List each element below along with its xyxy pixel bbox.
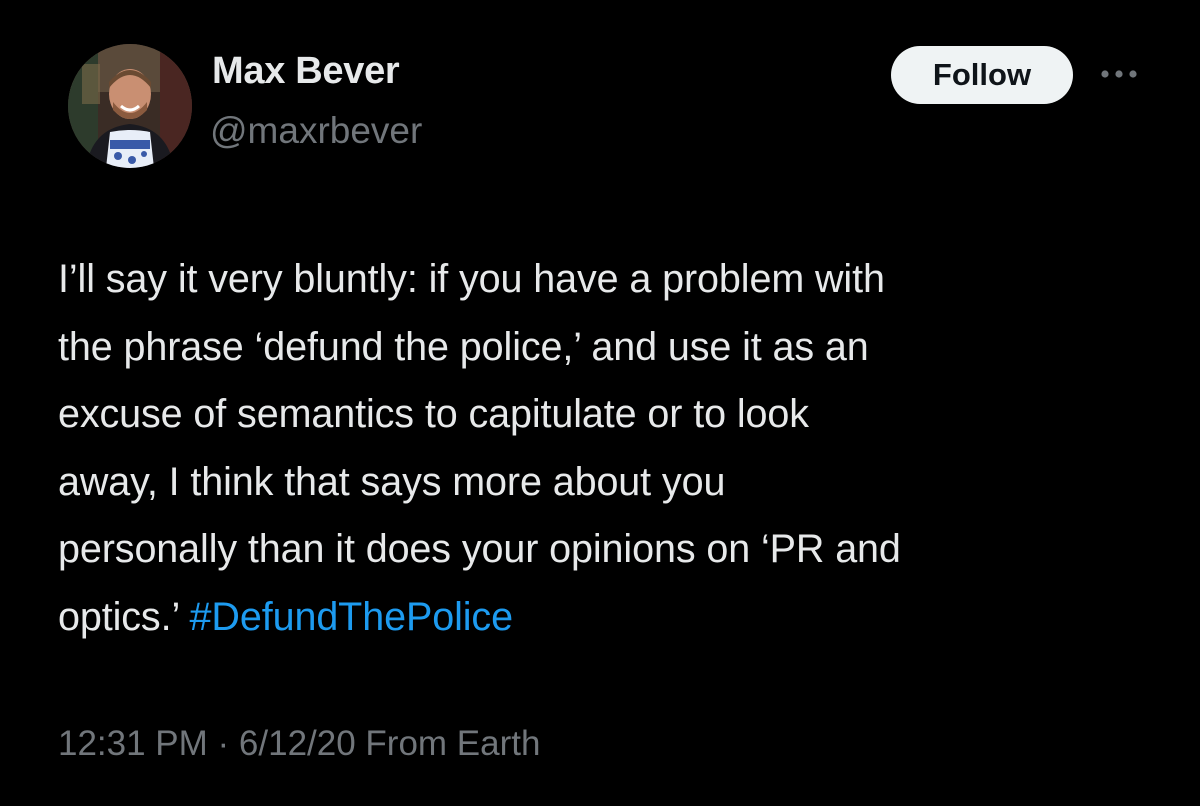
tweet-time[interactable]: 12:31 PM [58, 724, 208, 763]
author-name[interactable]: Max Bever [212, 50, 400, 93]
avatar-photo [68, 44, 192, 168]
hashtag-link[interactable]: #DefundThePolice [190, 595, 513, 639]
tweet-text: I’ll say it very bluntly: if you have a … [58, 246, 1168, 651]
tweet-text-fragment: optics.’ [58, 594, 190, 639]
tweet-source: From Earth [355, 724, 541, 763]
tweet-text-line: personally than it does your opinions on… [58, 527, 901, 571]
tweet: Max Bever @maxrbever Follow I’ll say it … [0, 0, 1200, 806]
tweet-text-line: the phrase ‘defund the police,’ and use … [58, 324, 869, 369]
meta-separator: · [207, 724, 239, 763]
more-horizontal-icon [1101, 70, 1137, 78]
follow-button[interactable]: Follow [891, 46, 1073, 104]
tweet-meta: 12:31 PM · 6/12/20 From Earth [58, 724, 540, 764]
more-button[interactable] [1094, 58, 1144, 90]
tweet-date[interactable]: 6/12/20 [239, 724, 356, 763]
tweet-text-line-last: optics.’ #DefundThePolice [58, 584, 1168, 652]
tweet-text-line: excuse of semantics to capitulate or to … [58, 392, 809, 436]
avatar[interactable] [68, 44, 192, 168]
tweet-text-line: I’ll say it very bluntly: if you have a … [58, 257, 885, 301]
author-handle[interactable]: @maxrbever [210, 110, 422, 152]
tweet-text-line: away, I think that says more about you [58, 459, 726, 504]
